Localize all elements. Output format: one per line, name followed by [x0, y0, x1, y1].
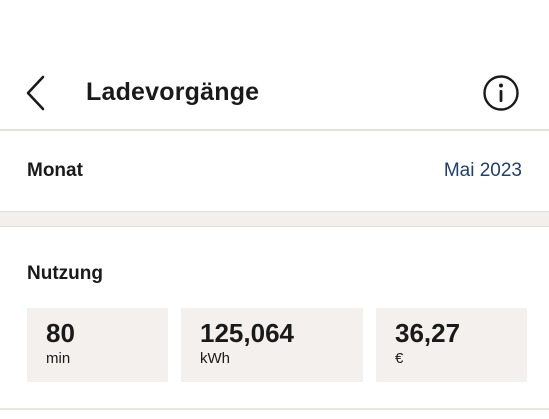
usage-heading: Nutzung — [27, 263, 103, 284]
charging-sessions-screen: Ladevorgänge Monat Mai 2023 Nutzung 80 m… — [0, 0, 549, 419]
month-label: Monat — [27, 160, 83, 181]
usage-value: 125,064 — [200, 318, 294, 348]
info-circle-icon — [483, 75, 519, 111]
bottom-divider — [0, 408, 549, 410]
chevron-left-icon — [26, 75, 45, 111]
month-value[interactable]: Mai 2023 — [444, 159, 522, 183]
month-selector-row[interactable]: Monat Mai 2023 — [0, 131, 549, 211]
usage-card-energy: 125,064 kWh — [181, 308, 363, 382]
usage-value: 80 — [46, 318, 75, 348]
usage-card-cost: 36,27 € — [376, 308, 527, 382]
usage-unit: kWh — [200, 350, 230, 367]
info-button[interactable] — [480, 73, 522, 113]
usage-unit: € — [395, 350, 404, 367]
header-bar: Ladevorgänge — [0, 58, 549, 128]
section-separator — [0, 211, 549, 227]
page-title: Ladevorgänge — [86, 78, 260, 106]
usage-value: 36,27 — [395, 318, 461, 348]
usage-unit: min — [46, 350, 71, 367]
back-button[interactable] — [18, 73, 54, 113]
usage-card-duration: 80 min — [27, 308, 168, 382]
